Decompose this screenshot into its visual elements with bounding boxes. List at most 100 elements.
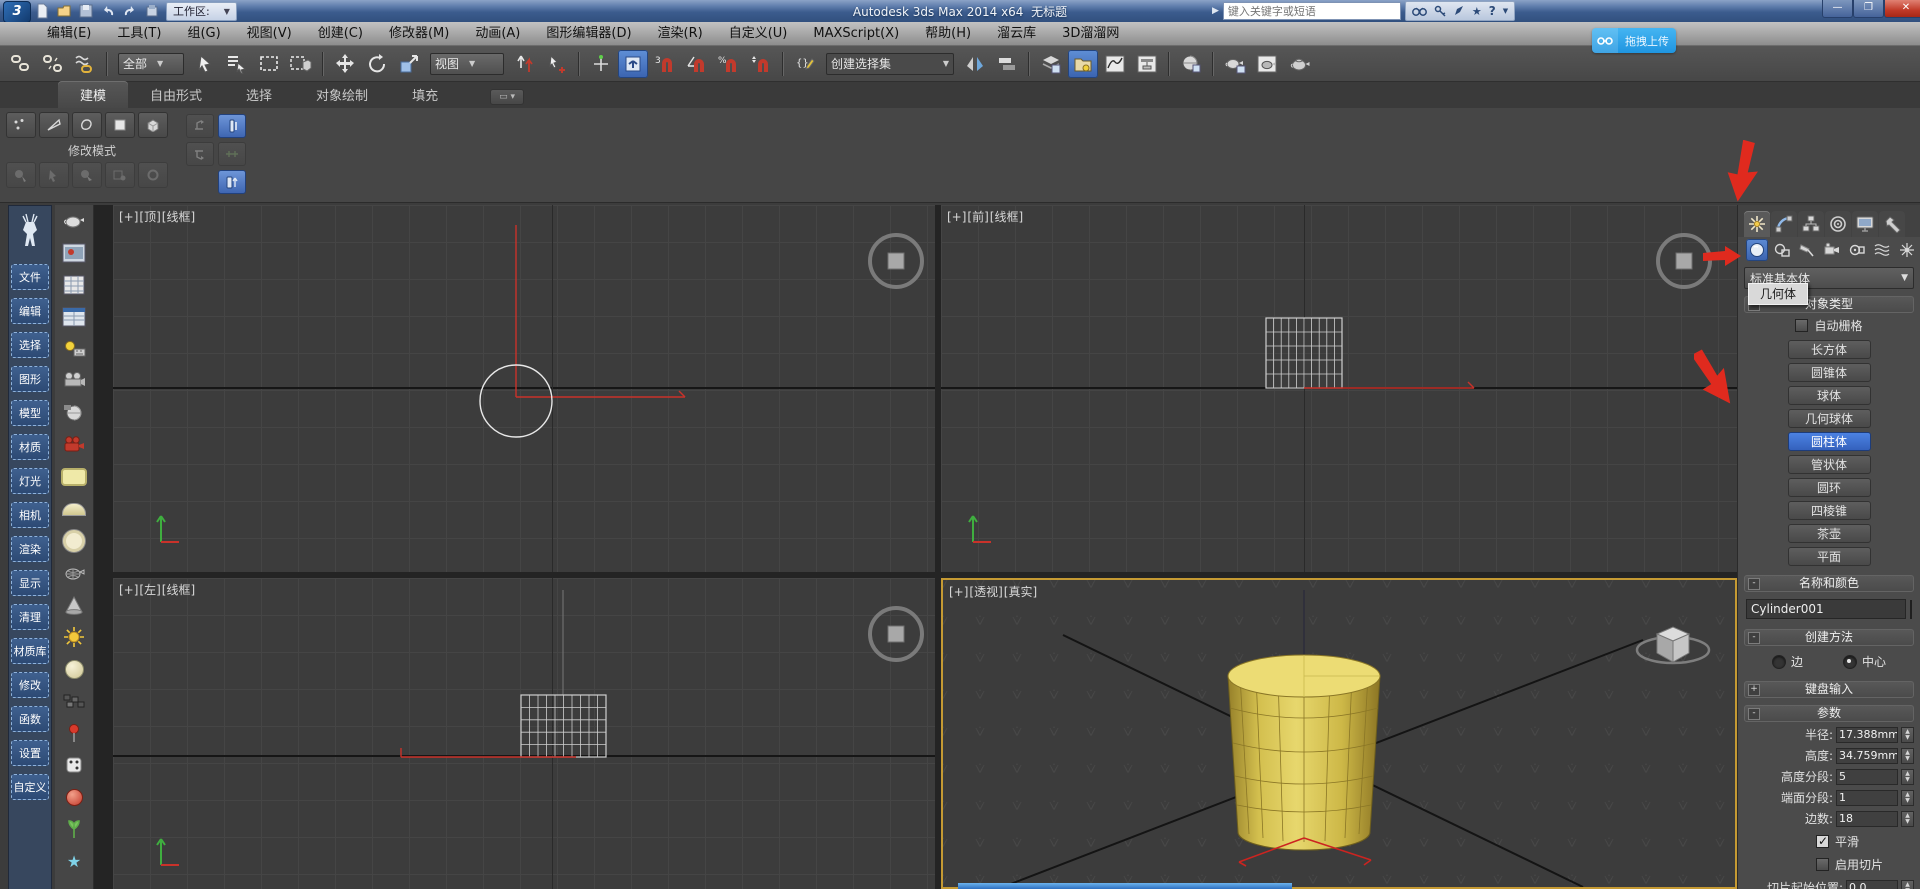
viewport-shading-label[interactable]: [线框]: [162, 583, 195, 597]
helpers-category-icon[interactable]: [1846, 239, 1868, 261]
sidebar-item[interactable]: 函数: [11, 706, 49, 732]
restore-button[interactable]: ❐: [1853, 0, 1884, 18]
spinner-snap-magnet-icon[interactable]: [746, 50, 776, 78]
projector-camera-icon[interactable]: [59, 368, 89, 394]
viewport-shading-label[interactable]: [线框]: [990, 210, 1023, 224]
viewport-perspective[interactable]: [+][透视][真实]: [941, 578, 1737, 889]
systems-category-icon[interactable]: [1896, 239, 1918, 261]
sides-spinner[interactable]: ▲▼: [1901, 811, 1914, 827]
search-input[interactable]: [1223, 2, 1401, 20]
menu-item[interactable]: 创建(C): [305, 22, 376, 46]
collapse-icon[interactable]: -: [1748, 708, 1760, 720]
percent-snap-magnet-icon[interactable]: %: [714, 50, 744, 78]
curve-editor-icon[interactable]: [1100, 50, 1130, 78]
material-editor-icon[interactable]: [1176, 50, 1206, 78]
select-by-name-icon[interactable]: [222, 50, 252, 78]
select-and-manipulate-icon[interactable]: [542, 50, 572, 78]
bulb-keyboard-icon[interactable]: [59, 336, 89, 362]
ribbon-tab-modeling[interactable]: 建模: [58, 81, 128, 108]
sidebar-item[interactable]: 修改: [11, 672, 49, 698]
select-object-icon[interactable]: [190, 50, 220, 78]
pin-icon[interactable]: [59, 720, 89, 746]
vertex-mode-icon[interactable]: [6, 112, 36, 138]
render-setup-icon[interactable]: [1220, 50, 1250, 78]
sidebar-item[interactable]: 图形: [11, 366, 49, 392]
viewport-shading-label[interactable]: [真实]: [1004, 585, 1037, 599]
menu-item[interactable]: 工具(T): [104, 22, 174, 46]
cap-segments-spinner[interactable]: ▲▼: [1901, 790, 1914, 806]
select-and-scale-icon[interactable]: [394, 50, 424, 78]
favorites-star-icon[interactable]: ★: [1472, 5, 1482, 18]
select-and-place-icon[interactable]: [586, 50, 616, 78]
use-pivot-center-icon[interactable]: [510, 50, 540, 78]
minimize-button[interactable]: —: [1822, 0, 1853, 18]
sphere-icon[interactable]: [59, 656, 89, 682]
open-file-icon[interactable]: [56, 3, 72, 19]
cameras-category-icon[interactable]: [1821, 239, 1843, 261]
scene-explorer-icon[interactable]: [1068, 50, 1098, 78]
cap-segments-field[interactable]: 1: [1836, 790, 1898, 806]
hierarchy-tab[interactable]: [1798, 211, 1824, 237]
communication-pen-icon[interactable]: [1453, 5, 1465, 17]
menu-item[interactable]: 溜云库: [984, 22, 1049, 46]
geosphere-button[interactable]: 几何球体: [1788, 409, 1871, 428]
geometry-category-icon[interactable]: [1746, 239, 1768, 261]
cylinder-button[interactable]: 圆柱体: [1788, 432, 1871, 451]
polygon-mode-icon[interactable]: [105, 112, 135, 138]
quad-cap-icon[interactable]: [218, 170, 246, 194]
viewport-menu-plus[interactable]: [+]: [949, 585, 968, 599]
cone-icon[interactable]: [59, 592, 89, 618]
cone-button[interactable]: 圆锥体: [1788, 363, 1871, 382]
video-camera-icon[interactable]: [59, 432, 89, 458]
sphere-button[interactable]: 球体: [1788, 386, 1871, 405]
plane-button[interactable]: 平面: [1788, 547, 1871, 566]
save-icon[interactable]: [78, 3, 94, 19]
menu-item[interactable]: MAXScript(X): [800, 22, 912, 46]
subscription-key-icon[interactable]: [1434, 5, 1446, 17]
modify-tab[interactable]: [1771, 211, 1797, 237]
bind-to-spacewarp-icon[interactable]: [70, 50, 100, 78]
element-mode-icon[interactable]: [138, 112, 168, 138]
sidebar-item[interactable]: 相机: [11, 502, 49, 528]
viewport-pov-label[interactable]: [顶]: [139, 210, 160, 224]
viewport-top[interactable]: [+][顶][线框]: [113, 205, 935, 572]
tube-button[interactable]: 管状体: [1788, 455, 1871, 474]
rounded-rect-icon[interactable]: [59, 464, 89, 490]
menu-item[interactable]: 自定义(U): [716, 22, 801, 46]
keyboard-icon[interactable]: [59, 688, 89, 714]
viewport-pov-label[interactable]: [透视]: [969, 585, 1002, 599]
radius-spinner[interactable]: ▲▼: [1901, 727, 1914, 743]
height-segments-spinner[interactable]: ▲▼: [1901, 769, 1914, 785]
teapot-button[interactable]: 茶壶: [1788, 524, 1871, 543]
select-and-move-icon[interactable]: [330, 50, 360, 78]
snaps-toggle-icon[interactable]: [618, 50, 648, 78]
slice-from-field[interactable]: 0.0: [1846, 880, 1898, 889]
sidebar-item[interactable]: 渲染: [11, 536, 49, 562]
sun-icon[interactable]: [59, 624, 89, 650]
display-tab[interactable]: [1852, 211, 1878, 237]
menu-item[interactable]: 3D溜溜网: [1049, 22, 1132, 46]
collapse-icon[interactable]: -: [1748, 632, 1760, 644]
sidebar-item[interactable]: 显示: [11, 570, 49, 596]
search-binoculars-icon[interactable]: [1412, 5, 1427, 17]
drag-upload-button[interactable]: 拖拽上传: [1592, 28, 1676, 53]
sidebar-item[interactable]: 自定义: [11, 774, 49, 800]
shapes-category-icon[interactable]: [1771, 239, 1793, 261]
menu-item[interactable]: 修改器(M): [376, 22, 462, 46]
slice-from-spinner[interactable]: ▲▼: [1901, 880, 1914, 889]
menu-item[interactable]: 组(G): [174, 22, 233, 46]
sidebar-item[interactable]: 编辑: [11, 298, 49, 324]
viewport-pov-label[interactable]: [前]: [967, 210, 988, 224]
viewport-left[interactable]: [+][左][线框]: [113, 578, 935, 889]
smooth-checkbox[interactable]: [1816, 835, 1829, 848]
help-chevron-icon[interactable]: ▼: [1503, 7, 1508, 15]
object-color-swatch[interactable]: [1910, 600, 1912, 619]
reference-coordinate-dropdown[interactable]: 视图▼: [430, 53, 504, 75]
sidebar-item[interactable]: 设置: [11, 740, 49, 766]
viewport-menu-plus[interactable]: [+]: [119, 210, 138, 224]
ribbon-tab-freeform[interactable]: 自由形式: [128, 81, 224, 108]
sidebar-item[interactable]: 清理: [11, 604, 49, 630]
ribbon-tab-object-paint[interactable]: 对象绘制: [294, 81, 390, 108]
viewcube[interactable]: [865, 230, 927, 292]
sidebar-item[interactable]: 选择: [11, 332, 49, 358]
